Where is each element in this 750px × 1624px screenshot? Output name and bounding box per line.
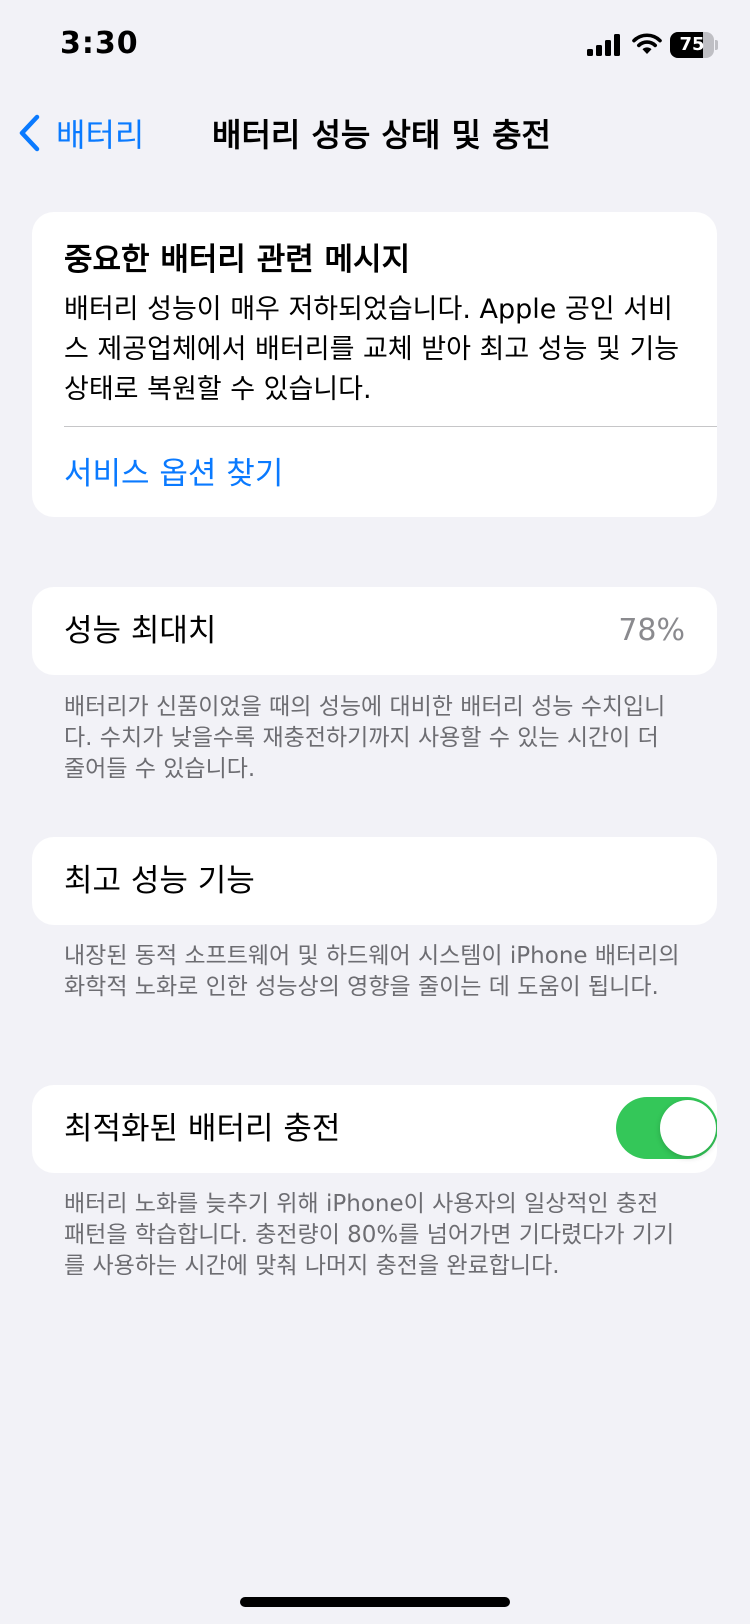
optimized-charging-footer: 배터리 노화를 늦추기 위해 iPhone이 사용자의 일상적인 충전 패턴을 …	[64, 1191, 675, 1279]
maximum-capacity-label: 성능 최대치	[64, 613, 217, 649]
status-bar: 3:30 75	[0, 0, 750, 90]
divider	[64, 426, 717, 427]
battery-message-card: 중요한 배터리 관련 메시지 배터리 성능이 매우 저하되었습니다. Apple…	[32, 212, 717, 517]
battery-level: 75	[679, 34, 705, 55]
battery-body: 75	[670, 32, 714, 58]
battery-tip	[715, 40, 718, 50]
maximum-capacity-row: 성능 최대치 78%	[32, 587, 717, 675]
cellular-signal-icon	[587, 34, 620, 56]
optimized-charging-label: 최적화된 배터리 충전	[64, 1111, 341, 1147]
message-body: 배터리 성능이 매우 저하되었습니다. Apple 공인 서비스 제공업체에서 …	[64, 294, 680, 405]
optimized-charging-toggle[interactable]	[616, 1097, 717, 1159]
battery-icon: 75	[670, 32, 718, 58]
maximum-capacity-value: 78%	[618, 613, 685, 648]
optimized-charging-row: 최적화된 배터리 충전	[32, 1085, 717, 1173]
back-button[interactable]: 배터리	[16, 108, 144, 158]
wifi-icon	[632, 33, 662, 54]
page-title: 배터리 성능 상태 및 충전	[212, 116, 551, 154]
navigation-bar: 배터리 배터리 성능 상태 및 충전	[0, 100, 750, 164]
message-title: 중요한 배터리 관련 메시지	[64, 242, 411, 278]
peak-performance-label: 최고 성능 기능	[64, 863, 255, 899]
toggle-knob	[660, 1100, 716, 1156]
home-indicator	[240, 1597, 510, 1607]
peak-performance-footer: 내장된 동적 소프트웨어 및 하드웨어 시스템이 iPhone 배터리의 화학적…	[64, 943, 680, 1000]
back-button-label: 배터리	[56, 116, 145, 154]
peak-performance-row: 최고 성능 기능	[32, 837, 717, 925]
status-time: 3:30	[60, 26, 139, 61]
service-options-link[interactable]: 서비스 옵션 찾기	[64, 448, 283, 493]
maximum-capacity-footer: 배터리가 신품이었을 때의 성능에 대비한 배터리 성능 수치입니다. 수치가 …	[64, 694, 666, 782]
chevron-left-icon	[19, 114, 40, 152]
